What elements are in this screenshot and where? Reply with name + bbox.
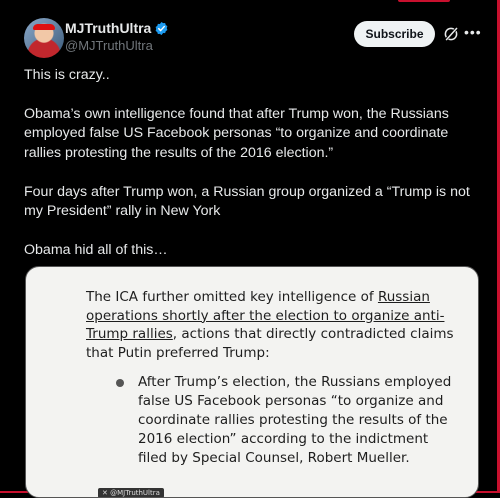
post-paragraph: Obama hid all of this… [24, 241, 168, 258]
post-paragraph: This is crazy.. [24, 67, 110, 83]
more-horizontal-icon[interactable]: ••• [464, 24, 482, 40]
verified-badge-icon [155, 21, 168, 35]
document-text: The ICA further omitted key intelligence… [86, 289, 378, 305]
author-handle[interactable]: @MJTruthUltra [65, 37, 169, 55]
post-media-image[interactable]: The ICA further omitted key intelligence… [25, 266, 479, 498]
author-display-name-row[interactable]: MJTruthUltra [65, 19, 169, 37]
post-text: This is crazy.. Obama’s own intelligence… [24, 66, 472, 280]
author-display-name[interactable]: MJTruthUltra [65, 19, 151, 37]
top-edge-accent [398, 0, 450, 2]
post-paragraph: Obama’s own intelligence found that afte… [24, 105, 449, 161]
document-paragraph: The ICA further omitted key intelligence… [86, 288, 456, 362]
post-header: MJTruthUltra @MJTruthUltra Subscribe ••• [24, 18, 486, 58]
image-watermark: ✕ @MJTruthUltra [98, 488, 164, 497]
grok-slash-icon[interactable] [442, 25, 460, 43]
avatar[interactable] [24, 18, 64, 58]
document-bullet-text: After Trump’s election, the Russians emp… [138, 374, 452, 466]
author-names: MJTruthUltra @MJTruthUltra [65, 19, 169, 55]
bullet-icon [116, 379, 124, 387]
subscribe-button[interactable]: Subscribe [354, 21, 435, 47]
post-paragraph: Four days after Trump won, a Russian gro… [24, 183, 470, 220]
